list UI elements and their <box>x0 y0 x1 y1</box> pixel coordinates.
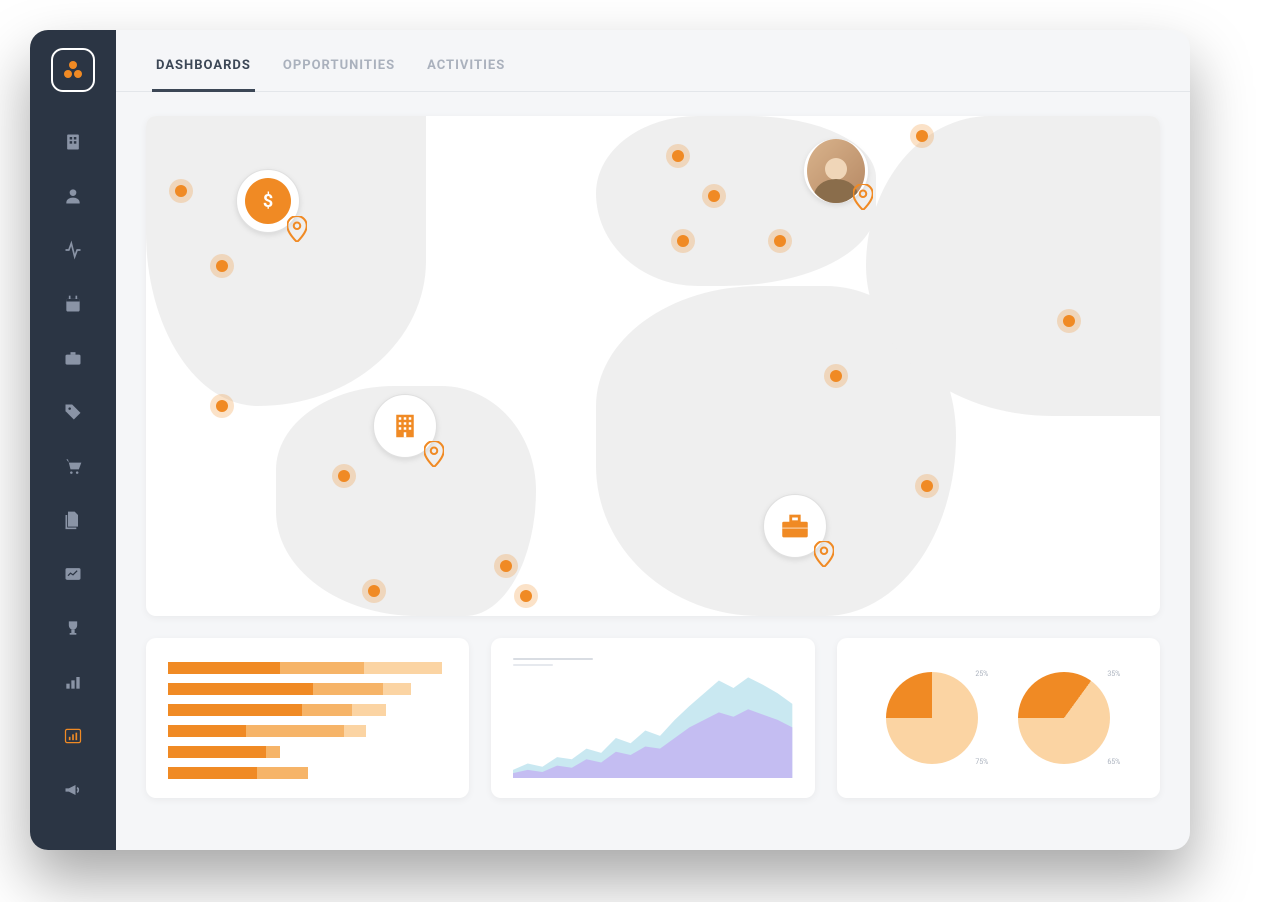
map-location-dot[interactable] <box>520 590 532 602</box>
nav-files-icon[interactable] <box>53 500 93 540</box>
building-icon <box>382 403 428 449</box>
pie-slice-label: 35% <box>1107 670 1120 678</box>
nav-calendar-icon[interactable] <box>53 284 93 324</box>
location-pin-icon <box>853 184 873 210</box>
nav-megaphone-icon[interactable] <box>53 770 93 810</box>
location-pin-icon <box>814 541 834 567</box>
pie-chart: 35%65% <box>1018 672 1110 764</box>
nav-activity-icon[interactable] <box>53 230 93 270</box>
map-location-dot[interactable] <box>921 480 933 492</box>
location-pin-icon <box>287 216 307 242</box>
pie-charts-card[interactable]: 25%75%35%65% <box>837 638 1160 798</box>
map-pin-avatar[interactable] <box>804 139 868 203</box>
map-location-dot[interactable] <box>216 400 228 412</box>
area-chart-card[interactable] <box>491 638 814 798</box>
bar-row <box>168 662 447 674</box>
pie-slice-label: 25% <box>975 670 988 678</box>
area-chart-subtitle <box>513 664 553 665</box>
pie-chart: 25%75% <box>886 672 978 764</box>
briefcase-icon <box>772 503 818 549</box>
content: $ 25%75%35%65% <box>116 92 1190 850</box>
nav-briefcase-icon[interactable] <box>53 338 93 378</box>
map-location-dot[interactable] <box>677 235 689 247</box>
world-map-card[interactable]: $ <box>146 116 1160 616</box>
dollar-icon: $ <box>245 178 291 224</box>
app-logo[interactable] <box>51 48 95 92</box>
map-pin-briefcase[interactable] <box>763 494 827 558</box>
map-location-dot[interactable] <box>175 185 187 197</box>
tab-activities[interactable]: ACTIVITIES <box>427 58 505 91</box>
map-pin-building[interactable] <box>373 394 437 458</box>
pie-charts: 25%75%35%65% <box>859 658 1138 778</box>
bar-row <box>168 767 447 779</box>
main-area: DASHBOARDS OPPORTUNITIES ACTIVITIES $ <box>116 30 1190 850</box>
bar-row <box>168 746 447 758</box>
summary-cards-row: 25%75%35%65% <box>146 638 1160 798</box>
map-location-dot[interactable] <box>830 370 842 382</box>
tab-dashboards[interactable]: DASHBOARDS <box>156 58 251 91</box>
map-location-dot[interactable] <box>500 560 512 572</box>
nav-bar-chart-alt-icon[interactable] <box>53 716 93 756</box>
nav-person-icon[interactable] <box>53 176 93 216</box>
map-location-dot[interactable] <box>672 150 684 162</box>
stacked-bar-chart <box>168 662 447 779</box>
sidebar <box>30 30 116 850</box>
tab-bar: DASHBOARDS OPPORTUNITIES ACTIVITIES <box>116 30 1190 92</box>
map-pin-dollar[interactable]: $ <box>236 169 300 233</box>
map-location-dot[interactable] <box>774 235 786 247</box>
bar-row <box>168 725 447 737</box>
bar-row <box>168 683 447 695</box>
pie-slice-label: 65% <box>1107 758 1120 766</box>
app-window: DASHBOARDS OPPORTUNITIES ACTIVITIES $ <box>30 30 1190 850</box>
map-location-dot[interactable] <box>368 585 380 597</box>
nav-trophy-icon[interactable] <box>53 608 93 648</box>
svg-text:$: $ <box>263 191 273 212</box>
nav-building-icon[interactable] <box>53 122 93 162</box>
bar-row <box>168 704 447 716</box>
area-chart-title <box>513 658 593 660</box>
nav-tag-icon[interactable] <box>53 392 93 432</box>
bar-chart-card[interactable] <box>146 638 469 798</box>
nav-trend-icon[interactable] <box>53 554 93 594</box>
map-location-dot[interactable] <box>1063 315 1075 327</box>
nav-cart-icon[interactable] <box>53 446 93 486</box>
location-pin-icon <box>424 441 444 467</box>
nav-bar-chart-icon[interactable] <box>53 662 93 702</box>
pie-slice-label: 75% <box>975 758 988 766</box>
map-location-dot[interactable] <box>338 470 350 482</box>
area-chart <box>513 672 792 778</box>
map-location-dot[interactable] <box>216 260 228 272</box>
map-location-dot[interactable] <box>916 130 928 142</box>
map-location-dot[interactable] <box>708 190 720 202</box>
tab-opportunities[interactable]: OPPORTUNITIES <box>283 58 395 91</box>
